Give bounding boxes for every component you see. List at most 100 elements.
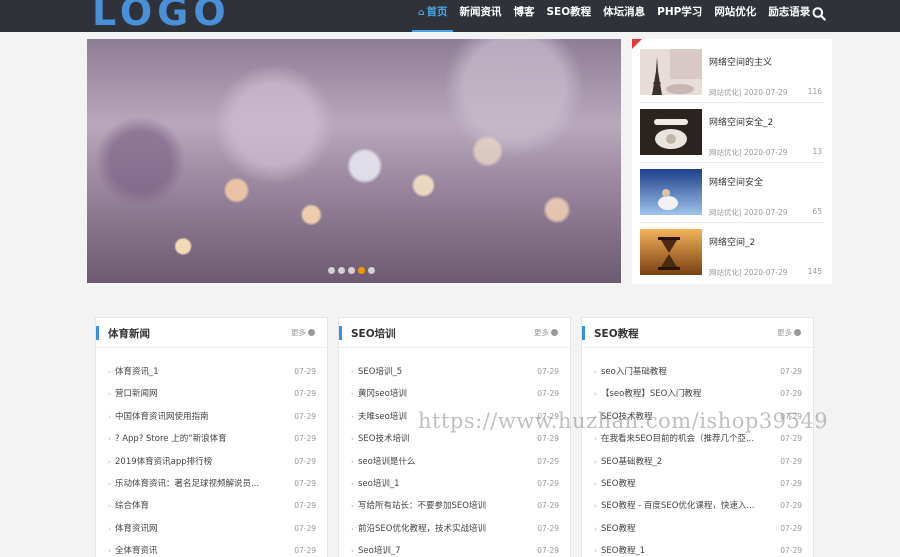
section-header: 体育新闻 更多 (96, 318, 327, 348)
list-item[interactable]: › 中国体育资讯网使用指南 07-29 (108, 406, 316, 428)
section-accent-bar (96, 326, 99, 340)
more-link[interactable]: 更多 (777, 327, 801, 338)
more-link[interactable]: 更多 (534, 327, 558, 338)
nav-item-site-optimization[interactable]: 网站优化 (708, 0, 762, 32)
list-item[interactable]: › seo培训_1 07-29 (351, 473, 559, 495)
arrow-icon: › (108, 412, 111, 421)
section-title: 体育新闻 (108, 328, 150, 340)
view-count: 145 (807, 267, 822, 276)
more-icon (551, 329, 558, 336)
site-logo[interactable]: LOGO (92, 0, 231, 34)
list-item[interactable]: › 综合体育 07-29 (108, 495, 316, 517)
section-header: SEO培训 更多 (339, 318, 570, 348)
nav-item-sports[interactable]: 体坛消息 (597, 0, 651, 32)
more-icon (794, 329, 801, 336)
section-title: SEO教程 (594, 328, 639, 340)
list-item[interactable]: 网络空间_2 网站优化| 2020-07-29 145 (640, 223, 824, 283)
nav-item-quotes[interactable]: 励志语录 (762, 0, 816, 32)
slider-dot[interactable] (328, 267, 335, 274)
list-item[interactable]: › SEO教程 - 百度SEO优化课程，快速入... 07-29 (594, 495, 802, 517)
arrow-icon: › (108, 502, 111, 511)
list-item[interactable]: › 全体育资讯 07-29 (108, 540, 316, 557)
list-item[interactable]: › SEO教程 07-29 (594, 473, 802, 495)
girl-blue-sky-image[interactable] (640, 169, 702, 215)
arrow-icon: › (108, 457, 111, 466)
nav-item-php[interactable]: PHP学习 (651, 0, 708, 32)
arrow-icon: › (594, 368, 597, 376)
arrow-icon: › (108, 479, 111, 488)
home-icon: ⌂ (418, 8, 425, 18)
arrow-icon: › (108, 368, 111, 376)
arrow-icon: › (351, 412, 354, 421)
slider-dots (328, 267, 375, 274)
nav-label: 首页 (426, 6, 448, 18)
list-item[interactable]: › SEO教程 07-29 (594, 518, 802, 540)
nav-item-news[interactable]: 新闻资讯 (453, 0, 507, 32)
list-item[interactable]: 网络空间安全 网站优化| 2020-07-29 65 (640, 163, 824, 223)
arrow-icon: › (351, 368, 354, 376)
eiffel-tower-image[interactable] (640, 49, 702, 95)
list-item[interactable]: › SEO基础教程_2 07-29 (594, 451, 802, 473)
nav-item-seo-tutorial[interactable]: SEO教程 (540, 0, 597, 32)
list-item[interactable]: › 乐动体育资讯：著名足球视频解说员... 07-29 (108, 473, 316, 495)
watermark-text: https://www.huzhan.com/ishop39549 (418, 409, 829, 433)
list-item[interactable]: › SEO教程_1 07-29 (594, 540, 802, 557)
list-item[interactable]: › seo入门基础教程 07-29 (594, 361, 802, 383)
list-item[interactable]: › 【seo教程】SEO入门教程 07-29 (594, 383, 802, 405)
recommended-list: 网络空间的主义 网站优化| 2020-07-29 116 网络空间安全_2 网站… (632, 39, 832, 284)
item-title[interactable]: 网络空间的主义 (709, 55, 772, 68)
arrow-icon: › (351, 390, 354, 399)
arrow-icon: › (594, 524, 597, 533)
list-item[interactable]: › 体育资讯网 07-29 (108, 518, 316, 540)
list-item[interactable]: 网络空间安全_2 网站优化| 2020-07-29 13 (640, 103, 824, 163)
arrow-icon: › (108, 390, 111, 399)
nav-item-blog[interactable]: 博客 (507, 0, 540, 32)
arrow-icon: › (594, 547, 597, 556)
section-accent-bar (339, 326, 342, 340)
list-item[interactable]: › 黄冈seo培训 07-29 (351, 383, 559, 405)
vintage-telephone-image[interactable] (640, 109, 702, 155)
slider-dot[interactable] (338, 267, 345, 274)
list-item[interactable]: › 前沿SEO优化教程，技术实战培训 07-29 (351, 518, 559, 540)
arrow-icon: › (108, 547, 111, 556)
list-item[interactable]: › Seo培训_7 07-29 (351, 540, 559, 557)
more-icon (308, 329, 315, 336)
section-title: SEO培训 (351, 328, 396, 340)
slider-dot-active[interactable] (358, 267, 365, 274)
nav-item-home[interactable]: ⌂ 首页 (412, 0, 454, 32)
list-item[interactable]: › SEO培训_5 07-29 (351, 361, 559, 383)
section-accent-bar (582, 326, 585, 340)
section-sports-news: 体育新闻 更多 › 体育资讯_1 07-29 › 营口新闻网 07-29 › 中国体育资讯… (95, 317, 328, 557)
arrow-icon: › (351, 435, 354, 444)
list-item[interactable]: › 营口新闻网 07-29 (108, 383, 316, 405)
hero-slider[interactable] (87, 39, 621, 283)
arrow-icon: › (351, 547, 354, 556)
top-header: LOGO ⌂ 首页 新闻资讯 博客 SEO教程 体坛消息 PHP学习 网站优化 励… (0, 0, 900, 34)
slider-dot[interactable] (368, 267, 375, 274)
arrow-icon: › (594, 479, 597, 488)
more-link[interactable]: 更多 (291, 327, 315, 338)
hourglass-sunset-image[interactable] (640, 229, 702, 275)
item-title[interactable]: 网络空间安全 (709, 175, 763, 188)
slider-dot[interactable] (348, 267, 355, 274)
article-list: › SEO培训_5 07-29 › 黄冈seo培训 07-29 › 夫唯seo培训 07-2… (351, 361, 559, 557)
search-icon[interactable] (812, 6, 826, 22)
main-nav: ⌂ 首页 新闻资讯 博客 SEO教程 体坛消息 PHP学习 网站优化 励志语录 (412, 0, 816, 32)
item-meta: 网站优化| 2020-07-29 (709, 208, 788, 217)
list-item[interactable]: › seo培训是什么 07-29 (351, 451, 559, 473)
item-title[interactable]: 网络空间_2 (709, 235, 755, 248)
list-item[interactable]: › 2019体育资讯app排行榜 07-29 (108, 451, 316, 473)
item-meta: 网站优化| 2020-07-29 (709, 148, 788, 157)
list-item[interactable]: › 写给所有站长：不要参加SEO培训 07-29 (351, 495, 559, 517)
list-item[interactable]: › 体育资讯_1 07-29 (108, 361, 316, 383)
arrow-icon: › (351, 502, 354, 511)
arrow-icon: › (351, 479, 354, 488)
article-list: › seo入门基础教程 07-29 › 【seo教程】SEO入门教程 07-29 › SE… (594, 361, 802, 557)
arrow-icon: › (594, 457, 597, 466)
arrow-icon: › (594, 390, 597, 399)
list-item[interactable]: ›? App? Store 上的“新浪体育 07-29 (108, 428, 316, 450)
section-seo-training: SEO培训 更多 › SEO培训_5 07-29 › 黄冈seo培训 07-29 › 夫唯… (338, 317, 571, 557)
item-title[interactable]: 网络空间安全_2 (709, 115, 773, 128)
list-item[interactable]: 网络空间的主义 网站优化| 2020-07-29 116 (640, 43, 824, 103)
view-count: 116 (807, 87, 822, 96)
